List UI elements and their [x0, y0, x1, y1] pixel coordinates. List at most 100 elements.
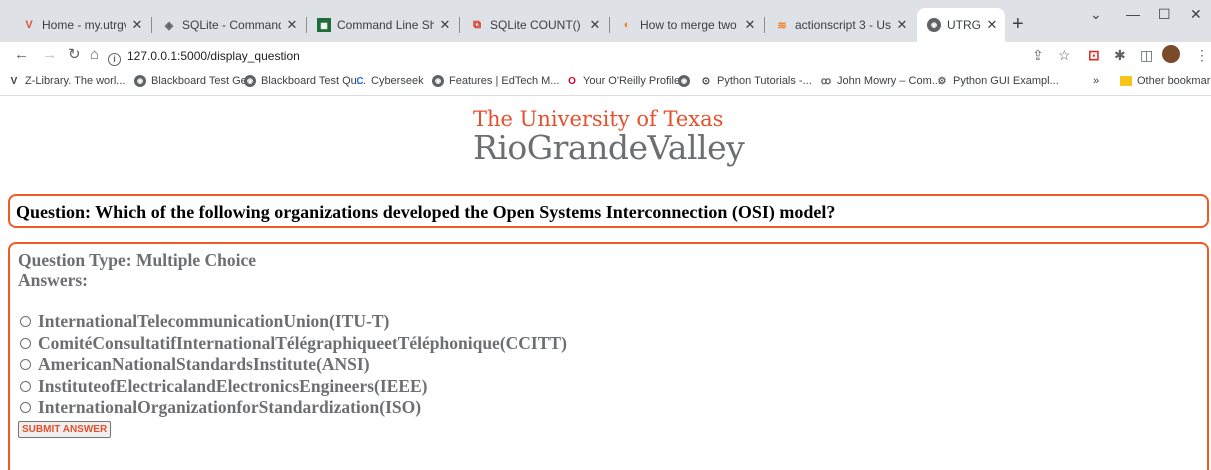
close-tab-icon[interactable]: ✕ — [588, 17, 602, 33]
tab-title: UTRGV Networking — [947, 18, 981, 32]
other-bookmarks-label: Other bookmarks — [1137, 75, 1211, 87]
bookmark-label: Your O'Reilly Profile — [583, 75, 681, 87]
radio-button[interactable] — [20, 402, 31, 414]
radio-button[interactable] — [20, 337, 31, 349]
answer-option-label: InternationalTelecommunicationUnion(ITU-… — [38, 311, 390, 331]
globe-favicon: ◉ — [927, 18, 941, 32]
close-tab-icon[interactable]: ✕ — [285, 17, 299, 33]
reload-icon[interactable]: ↻ — [68, 46, 81, 64]
answers-box: Question Type: Multiple Choice Answers: … — [8, 242, 1209, 470]
answer-option[interactable]: AmericanNationalStandardsInstitute(ANSI) — [18, 354, 1199, 376]
tab-command-line-shell[interactable]: ▦ Command Line Shell F ✕ — [307, 8, 460, 42]
mowry-icon: ꝏ — [820, 75, 832, 87]
globe-icon: ◉ — [134, 75, 146, 87]
tab-title: SQLite - Commands — [182, 18, 281, 32]
bookmark-item[interactable]: ◉ Features | EdTech M... — [432, 75, 559, 87]
utrgv-favicon: V — [25, 19, 33, 31]
bookmark-label: Python GUI Exampl... — [953, 75, 1059, 87]
bookmarks-overflow-button[interactable]: » — [1093, 75, 1099, 87]
tab-title: SQLite COUNT() Func — [490, 18, 584, 32]
bookmark-item[interactable]: ⚙ Python GUI Exampl... — [936, 75, 1059, 87]
stackoverflow-favicon: ◐ — [623, 19, 631, 31]
tab-search-icon[interactable]: ⌄ — [1090, 6, 1102, 23]
bookmark-item[interactable]: ꝏ John Mowry – Com... — [820, 75, 941, 87]
utrgv-logo: The University of Texas RioGrandeValley — [473, 108, 763, 166]
tab-title: Home - my.utrgv.edu — [42, 18, 126, 32]
overflow-chevron-icon: » — [1093, 75, 1100, 87]
close-window-icon[interactable]: ✕ — [1190, 6, 1202, 23]
minimize-icon[interactable]: — — [1126, 6, 1140, 22]
answer-option-label: ComitéConsultatifInternationalTélégraphi… — [38, 332, 567, 353]
tab-title: How to merge two ta — [640, 18, 739, 32]
gear-icon: ⚙ — [937, 75, 947, 87]
bookmark-item[interactable]: ⊙ Python Tutorials -... — [700, 75, 812, 87]
answer-option[interactable]: ComitéConsultatifInternationalTélégraphi… — [18, 333, 1199, 355]
radio-button[interactable] — [20, 380, 31, 392]
question-box: Question: Which of the following organiz… — [8, 194, 1209, 228]
sqlite-favicon: ◈ — [164, 19, 174, 32]
tab-title: actionscript 3 - Using — [795, 18, 891, 32]
profile-avatar[interactable] — [1162, 45, 1180, 63]
address-url: 127.0.0.1:5000/display_question — [127, 49, 300, 63]
bookmark-item[interactable]: O Your O'Reilly Profile — [566, 75, 680, 87]
menu-kebab-icon[interactable]: ⋮ — [1195, 47, 1209, 64]
bookmark-item[interactable]: ◉ Blackboard Test Qu... — [244, 75, 366, 87]
bookmark-label: Blackboard Test Qu... — [261, 75, 366, 87]
bookmark-item[interactable]: ◉ — [678, 75, 695, 87]
forward-icon[interactable]: → — [42, 46, 57, 64]
tab-utrgv-networking[interactable]: ◉ UTRGV Networking ✕ — [917, 8, 1005, 42]
maximize-icon[interactable]: ☐ — [1158, 6, 1171, 23]
bookmark-item[interactable]: V Z-Library. The worl... — [8, 75, 126, 87]
home-icon[interactable]: ⌂ — [90, 46, 99, 64]
bookmarks-bar: V Z-Library. The worl... ◉ Blackboard Test… — [0, 70, 1211, 96]
close-tab-icon[interactable]: ✕ — [438, 17, 452, 33]
folder-icon — [1120, 76, 1132, 86]
tab-how-to-merge[interactable]: ◐ How to merge two ta ✕ — [610, 8, 765, 42]
oreilly-icon: O — [568, 75, 576, 87]
answer-options: InternationalTelecommunicationUnion(ITU-… — [18, 311, 1199, 419]
submit-answer-button[interactable]: SUBMIT ANSWER — [18, 420, 112, 438]
tab-sqlite-commands[interactable]: ◈ SQLite - Commands ✕ — [152, 8, 307, 42]
close-tab-icon[interactable]: ✕ — [985, 17, 999, 33]
bookmark-label: Blackboard Test Ge... — [151, 75, 256, 87]
tab-home-utrgv[interactable]: V Home - my.utrgv.edu ✕ — [12, 8, 152, 42]
bookmark-label: Features | EdTech M... — [449, 75, 560, 87]
bookmark-item[interactable]: ◉ Blackboard Test Ge... — [134, 75, 256, 87]
sqlite-shell-favicon: ▦ — [317, 18, 331, 32]
site-info-icon[interactable]: i — [108, 53, 121, 66]
pdf-extension-icon[interactable]: ⊡ — [1088, 47, 1100, 64]
answer-option-label: AmericanNationalStandardsInstitute(ANSI) — [38, 354, 370, 374]
close-tab-icon[interactable]: ✕ — [130, 17, 144, 33]
radio-button[interactable] — [20, 359, 31, 371]
globe-icon: ◉ — [244, 75, 256, 87]
question-text: Question: Which of the following organiz… — [16, 202, 836, 222]
other-bookmarks[interactable]: Other bookmarks — [1120, 75, 1211, 87]
tab-strip: V Home - my.utrgv.edu ✕ ◈ SQLite - Comma… — [0, 0, 1211, 42]
new-tab-icon[interactable]: + — [1012, 14, 1024, 34]
close-tab-icon[interactable]: ✕ — [743, 17, 757, 33]
answer-option[interactable]: InternationalTelecommunicationUnion(ITU-… — [18, 311, 1199, 333]
back-icon[interactable]: ← — [14, 46, 29, 64]
answer-option[interactable]: InternationalOrganizationforStandardizat… — [18, 397, 1199, 419]
side-panel-icon[interactable]: ◫ — [1140, 47, 1153, 64]
stackoverflow-favicon: ≋ — [777, 19, 787, 32]
tab-sqlite-count[interactable]: ⧉ SQLite COUNT() Func ✕ — [460, 8, 610, 42]
close-tab-icon[interactable]: ✕ — [895, 17, 909, 33]
logo-rio-grande-valley: RioGrandeValley — [473, 128, 745, 167]
answer-option-label: InternationalOrganizationforStandardizat… — [38, 397, 422, 417]
answers-heading: Answers: — [18, 270, 88, 290]
bookmark-star-icon[interactable]: ☆ — [1058, 47, 1071, 64]
bookmark-label: Z-Library. The worl... — [25, 75, 126, 87]
address-bar[interactable]: i 127.0.0.1:5000/display_question — [108, 45, 1008, 67]
extensions-puzzle-icon[interactable]: ✱ — [1114, 47, 1126, 64]
logo-university: The University of Texas — [473, 107, 724, 131]
python-icon: ⊙ — [701, 75, 711, 87]
sqlite-tutorial-favicon: ⧉ — [473, 18, 481, 31]
radio-button[interactable] — [20, 316, 31, 328]
tab-title: Command Line Shell F — [337, 18, 434, 32]
zlibrary-icon: V — [10, 75, 18, 87]
answer-option[interactable]: InstituteofElectricalandElectronicsEngin… — [18, 376, 1199, 398]
share-icon[interactable]: ⇪ — [1032, 47, 1044, 64]
bookmark-item[interactable]: C Cyberseek — [354, 75, 423, 87]
tab-actionscript[interactable]: ≋ actionscript 3 - Using ✕ — [765, 8, 917, 42]
